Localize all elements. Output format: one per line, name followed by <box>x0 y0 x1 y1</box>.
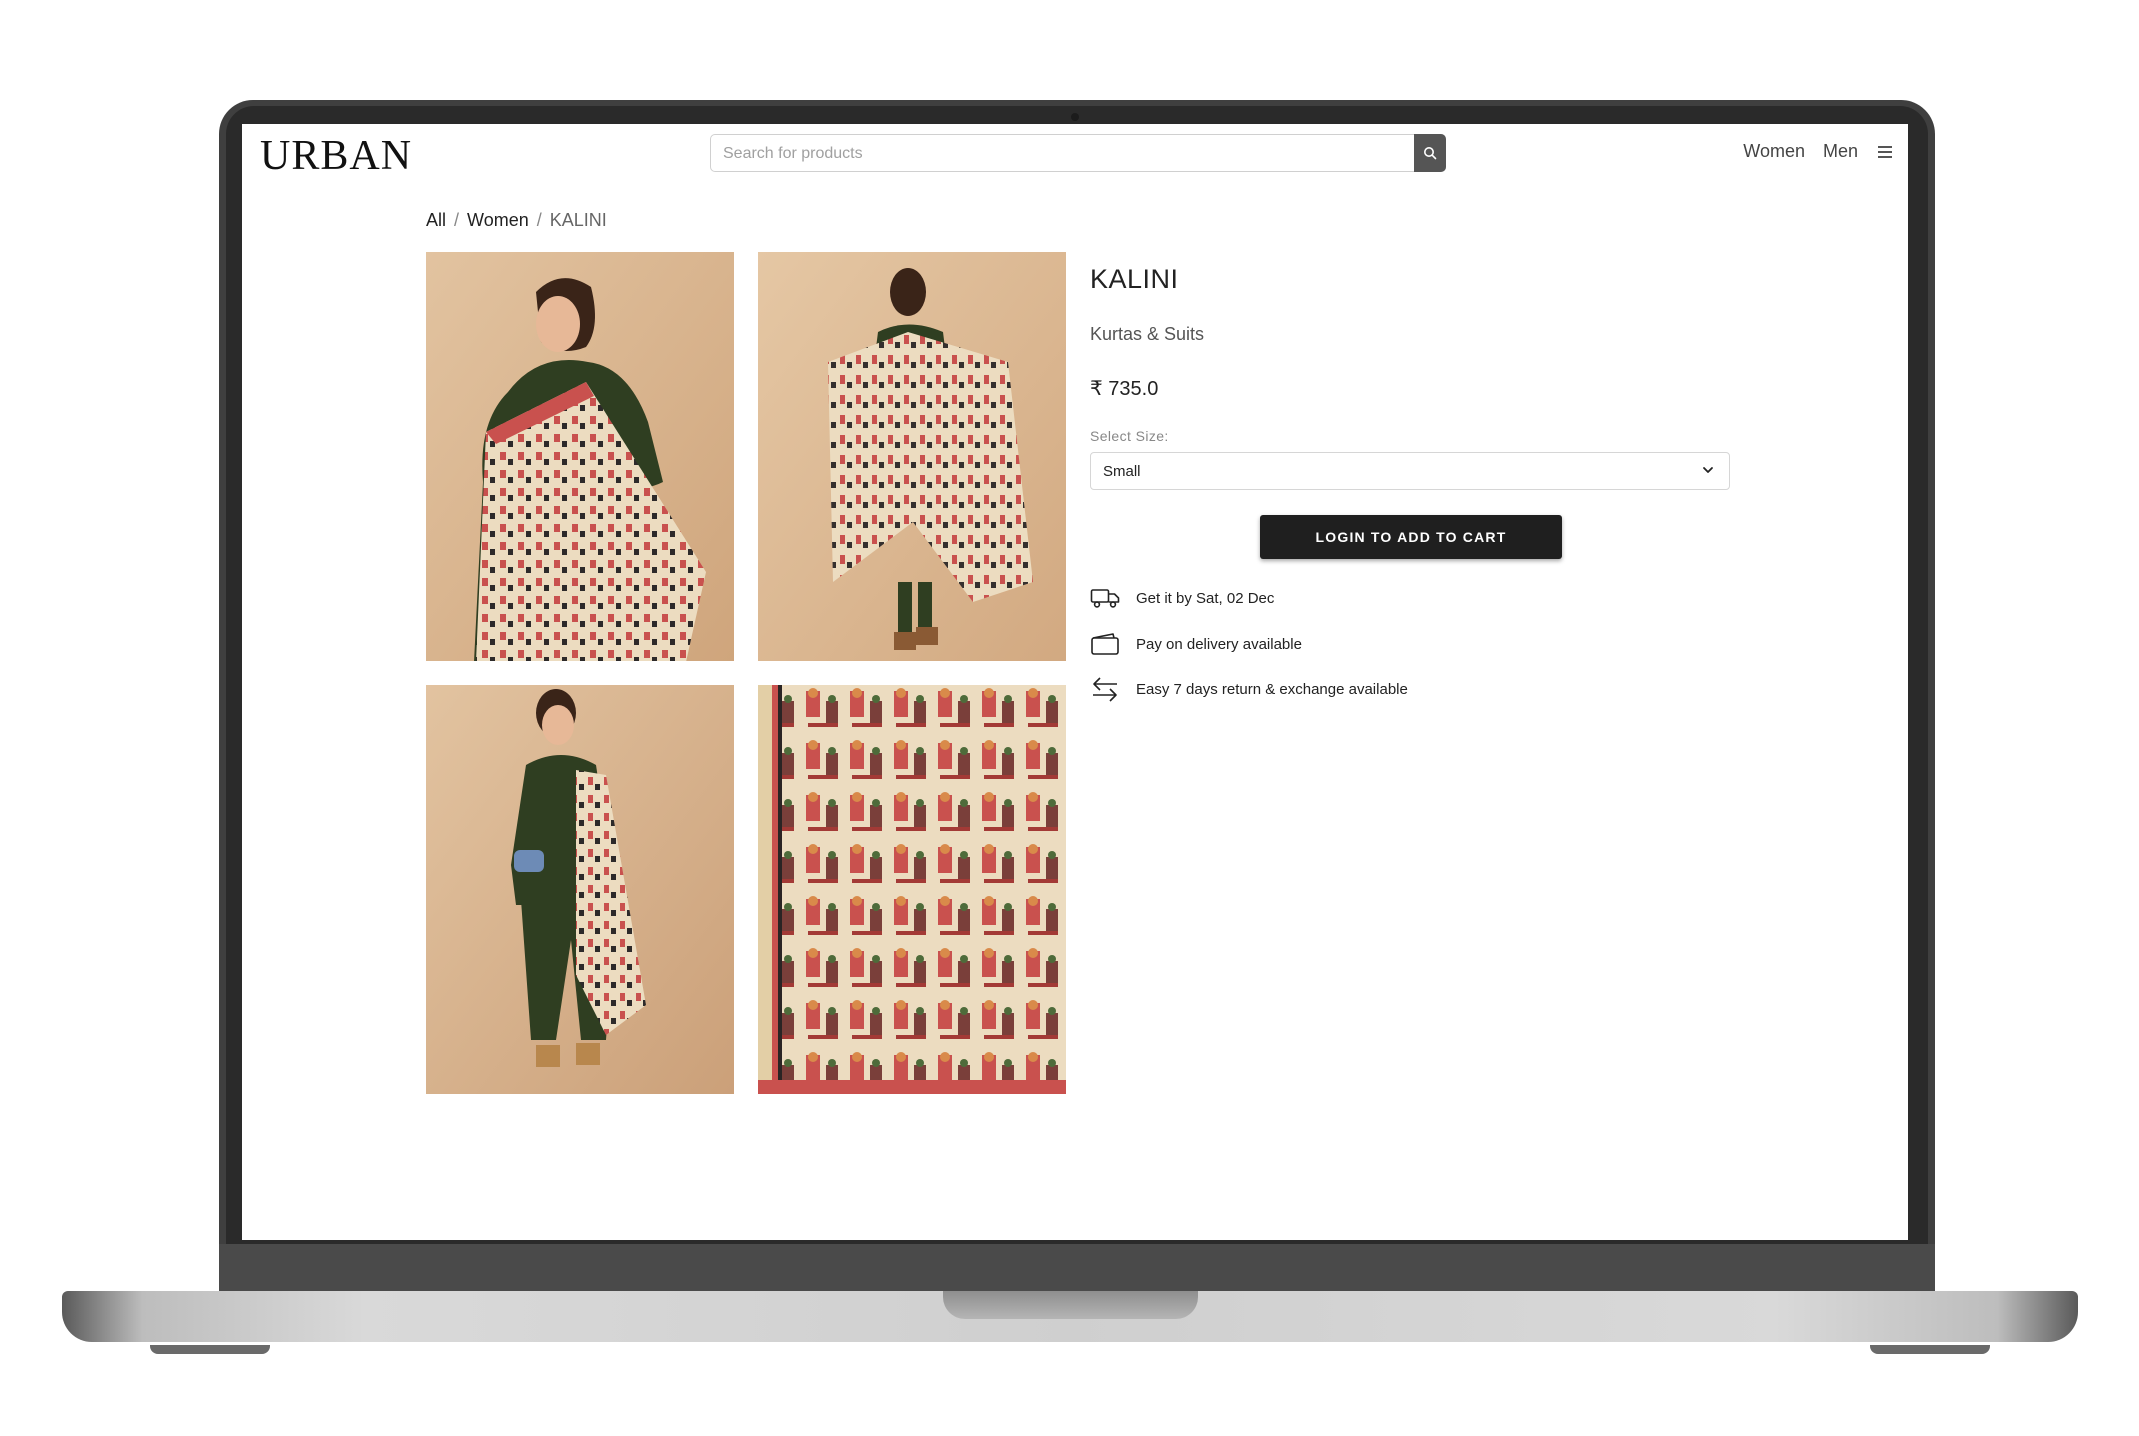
breadcrumb: All / Women / KALINI <box>426 210 607 231</box>
search-input[interactable] <box>711 135 1415 173</box>
camera-icon <box>1071 113 1079 121</box>
browser-screen: URBAN Women Men All / Women / KALINI <box>242 124 1908 1240</box>
search-bar <box>710 134 1446 173</box>
chevron-down-icon <box>1703 467 1713 473</box>
hamburger-menu-icon[interactable] <box>1878 145 1892 158</box>
product-image-fabric-detail[interactable] <box>758 685 1066 1094</box>
login-to-add-to-cart-button[interactable]: LOGIN TO ADD TO CART <box>1260 515 1562 559</box>
breadcrumb-women[interactable]: Women <box>467 210 529 231</box>
search-icon <box>1424 147 1437 160</box>
top-nav: Women Men <box>1743 141 1892 162</box>
product-title: KALINI <box>1090 264 1179 294</box>
product-price: ₹ 735.0 <box>1090 378 1159 400</box>
laptop-notch <box>943 1291 1198 1319</box>
site-header: URBAN Women Men <box>242 124 1908 194</box>
product-image-back[interactable] <box>758 252 1066 661</box>
delivery-truck-icon <box>1090 585 1122 611</box>
laptop-foot <box>150 1345 270 1354</box>
delivery-info: Get it by Sat, 02 Dec <box>1090 585 1274 611</box>
size-selected-value: Small <box>1103 463 1141 480</box>
wallet-icon <box>1090 631 1122 657</box>
payment-info: Pay on delivery available <box>1090 631 1302 657</box>
delivery-info-text: Get it by Sat, 02 Dec <box>1136 589 1275 607</box>
payment-info-text: Pay on delivery available <box>1136 635 1302 653</box>
product-category: Kurtas & Suits <box>1090 324 1205 344</box>
return-info: Easy 7 days return & exchange available <box>1090 676 1408 702</box>
laptop-foot <box>1870 1345 1990 1354</box>
laptop-chin <box>219 1244 1935 1294</box>
return-info-text: Easy 7 days return & exchange available <box>1136 680 1408 698</box>
breadcrumb-current: KALINI <box>549 210 607 230</box>
breadcrumb-separator: / <box>454 210 460 230</box>
search-button[interactable] <box>1414 134 1446 172</box>
breadcrumb-separator: / <box>536 210 542 230</box>
site-logo[interactable]: URBAN <box>260 132 412 180</box>
nav-women-link[interactable]: Women <box>1743 141 1805 162</box>
product-image-front[interactable] <box>426 252 734 661</box>
size-label: Select Size: <box>1090 428 1169 444</box>
product-image-full[interactable] <box>426 685 734 1094</box>
size-select[interactable]: Small <box>1090 452 1730 490</box>
breadcrumb-all[interactable]: All <box>426 210 446 231</box>
exchange-arrows-icon <box>1090 676 1122 702</box>
nav-men-link[interactable]: Men <box>1823 141 1858 162</box>
